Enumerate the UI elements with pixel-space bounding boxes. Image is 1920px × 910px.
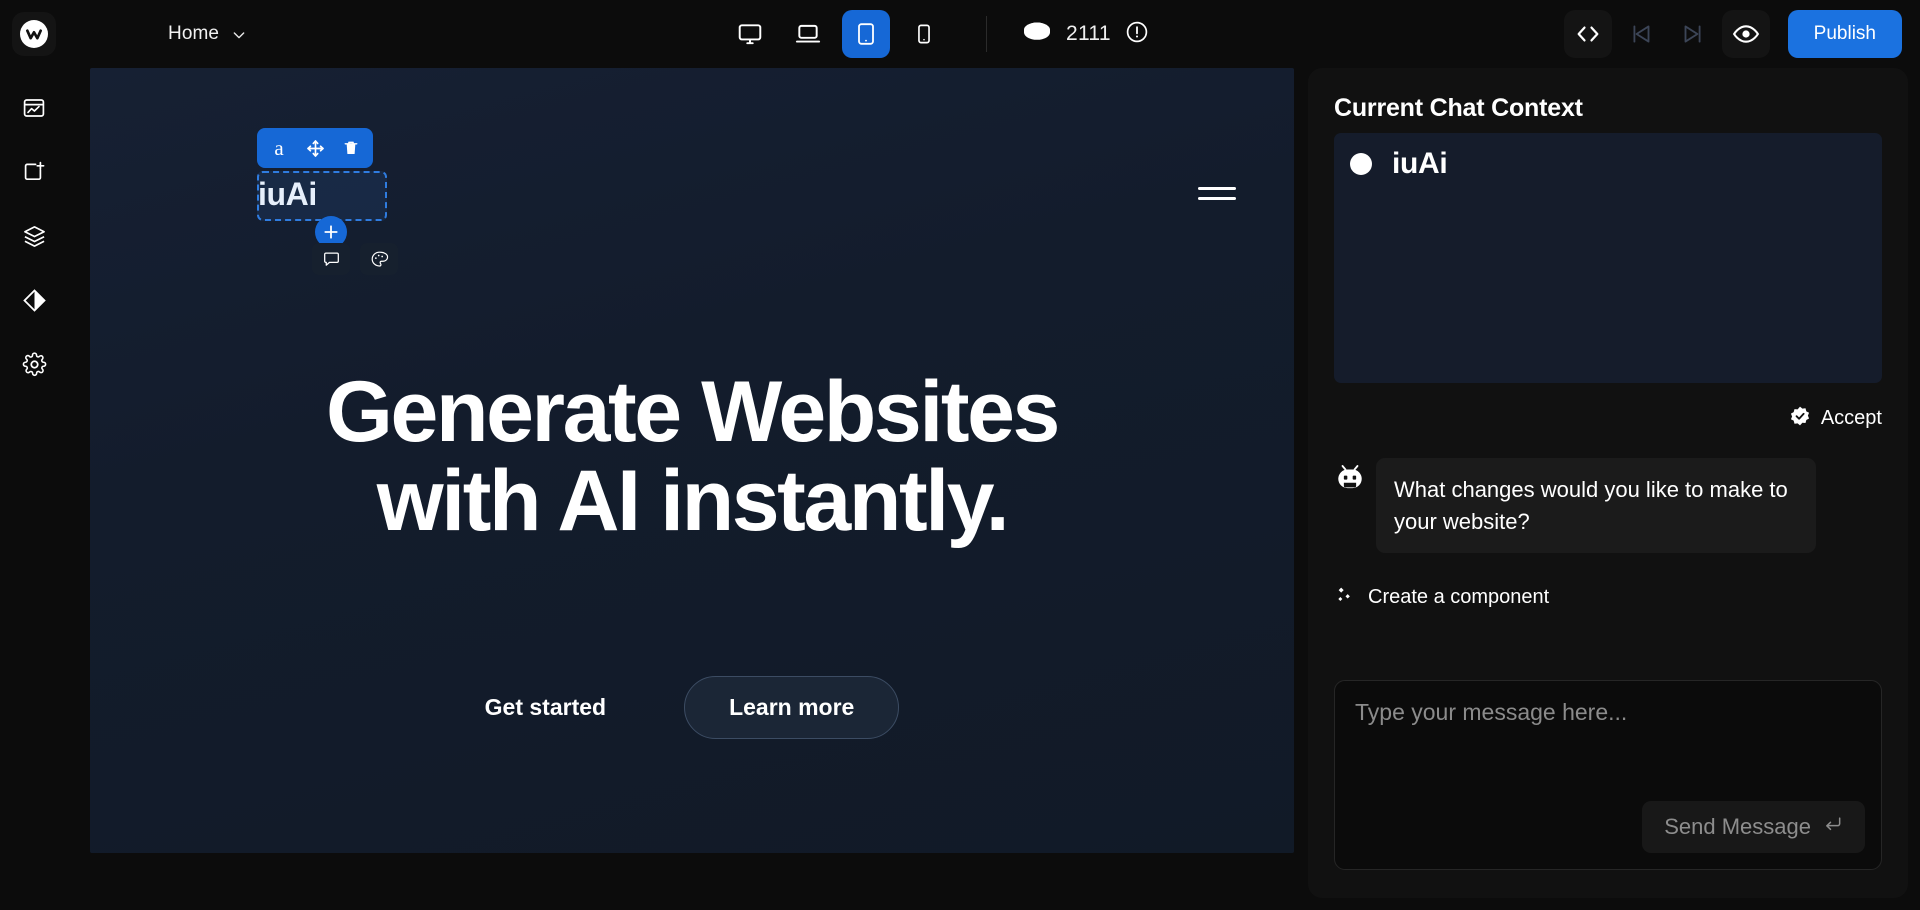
app-logo-button[interactable]: [12, 12, 56, 56]
design-canvas[interactable]: iuAi Generate Websites with AI instantly…: [90, 68, 1294, 853]
check-badge-icon: [1789, 405, 1811, 432]
coin-icon: [1022, 20, 1052, 49]
device-laptop-button[interactable]: [784, 10, 832, 58]
element-selection-outline: [257, 171, 387, 221]
trash-icon[interactable]: [335, 132, 367, 164]
context-bullet-icon: [1350, 153, 1372, 175]
credits-indicator[interactable]: 2111: [1022, 0, 1149, 68]
toolbar-divider: [986, 16, 987, 52]
app-logo-icon: [20, 20, 48, 48]
chat-context-card[interactable]: iuAi: [1334, 133, 1882, 383]
left-sidebar: [0, 68, 68, 910]
get-started-button[interactable]: Get started: [485, 694, 606, 721]
app-root: Home 2111 Publish iuAi Generate Websites…: [0, 0, 1920, 910]
page-selector-label: Home: [168, 23, 220, 44]
device-switcher: [726, 0, 948, 68]
sidebar-item-theme[interactable]: [12, 278, 56, 322]
preview-button[interactable]: [1721, 10, 1770, 58]
suggestion-label: Create a component: [1368, 586, 1550, 609]
accept-label: Accept: [1820, 407, 1882, 429]
top-right-tools: Publish: [1563, 0, 1902, 68]
sidebar-item-settings[interactable]: [12, 342, 56, 386]
device-tablet-button[interactable]: [842, 10, 890, 58]
hamburger-menu-icon[interactable]: [1198, 180, 1236, 207]
suggestion-create-component[interactable]: Create a component: [1334, 585, 1882, 610]
enter-return-icon: [1823, 814, 1843, 840]
selection-text-glyph: a: [274, 135, 284, 160]
page-cta-group: Get started Learn more: [90, 676, 1294, 739]
chat-message: What changes would you like to make to y…: [1334, 458, 1882, 554]
page-selector[interactable]: Home: [168, 0, 245, 68]
chat-panel-title: Current Chat Context: [1334, 94, 1583, 122]
chat-input-placeholder[interactable]: Type your message here...: [1355, 699, 1861, 726]
chat-composer[interactable]: Type your message here... Send Message: [1334, 680, 1882, 870]
context-item-label: iuAi: [1392, 147, 1448, 180]
page-headline[interactable]: Generate Websites with AI instantly.: [90, 367, 1294, 547]
chat-message-text: What changes would you like to make to y…: [1376, 458, 1816, 554]
move-arrows-icon[interactable]: [299, 132, 331, 164]
device-mobile-button[interactable]: [900, 10, 948, 58]
learn-more-button[interactable]: Learn more: [684, 676, 900, 739]
element-selection-toolbar: a: [257, 128, 373, 168]
top-toolbar: Home 2111 Publish: [0, 0, 1920, 68]
chevron-down-icon: [231, 27, 245, 41]
text-a-icon[interactable]: a: [263, 132, 295, 164]
send-message-button[interactable]: Send Message: [1642, 801, 1865, 853]
palette-icon[interactable]: [360, 243, 398, 275]
credits-value: 2111: [1066, 22, 1111, 45]
sparkle-diamond-icon: [1334, 585, 1354, 610]
accept-button[interactable]: Accept: [1334, 405, 1882, 432]
device-desktop-button[interactable]: [726, 10, 774, 58]
robot-avatar-icon: [1334, 462, 1366, 494]
info-circle-icon[interactable]: [1125, 20, 1149, 49]
code-view-button[interactable]: [1563, 10, 1612, 58]
sidebar-item-add-element[interactable]: [12, 150, 56, 194]
chat-panel: Current Chat Context iuAi Accept What ch…: [1308, 68, 1908, 898]
send-message-label: Send Message: [1664, 814, 1811, 839]
redo-button[interactable]: [1672, 10, 1712, 58]
publish-button[interactable]: Publish: [1787, 10, 1902, 58]
sidebar-item-layers[interactable]: [12, 214, 56, 258]
sidebar-item-pages[interactable]: [12, 86, 56, 130]
element-context-actions: [312, 243, 398, 275]
rendered-page: iuAi Generate Websites with AI instantly…: [90, 68, 1294, 853]
undo-button[interactable]: [1622, 10, 1662, 58]
comment-bubble-icon[interactable]: [312, 243, 350, 275]
